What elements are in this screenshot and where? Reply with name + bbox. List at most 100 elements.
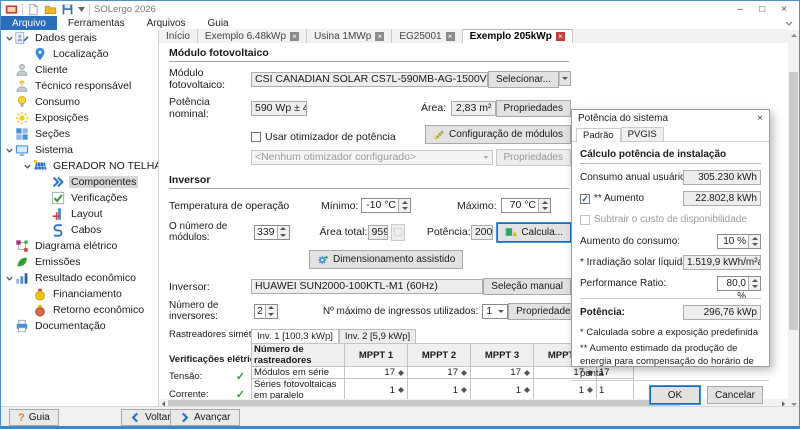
- module-config-button[interactable]: Configuração de módulos: [425, 125, 571, 144]
- sidebar-item-label: Consumo: [33, 96, 82, 108]
- sidebar-item-documentacao[interactable]: Documentação: [1, 318, 158, 334]
- table-header-mppt2: MPPT 2: [408, 344, 471, 367]
- scroll-up-arrow[interactable]: [788, 30, 799, 40]
- map-pin-icon: [33, 47, 48, 61]
- new-document-icon[interactable]: [27, 3, 40, 16]
- menu-guia[interactable]: Guia: [197, 16, 240, 30]
- net-irradiation-label: * Irradiação solar líquida:: [580, 257, 683, 268]
- expander-chevron-icon[interactable]: [22, 161, 33, 172]
- vertical-scrollbar[interactable]: [788, 30, 799, 409]
- area-field: 2,83 m²: [451, 101, 495, 116]
- sidebar-item-secoes[interactable]: Seções: [1, 126, 158, 142]
- caret-down-icon[interactable]: [78, 7, 85, 12]
- navigation-tree: Dados gerais Localização Cliente Técnico…: [1, 30, 159, 409]
- module-properties-button[interactable]: Propriedades: [496, 100, 571, 117]
- max-inputs-dropdown[interactable]: 1: [482, 304, 508, 319]
- inverter-tab-2[interactable]: Inv. 2 [5,9 kWp]: [339, 329, 416, 343]
- dialog-tab-padrao[interactable]: Padrão: [576, 128, 621, 142]
- module-count-stepper[interactable]: 339: [254, 225, 290, 240]
- sidebar-item-retorno-economico[interactable]: Retorno econômico: [1, 302, 158, 318]
- dialog-title: Potência do sistema: [578, 113, 668, 124]
- temp-max-label: Máximo:: [457, 200, 501, 212]
- consumption-increase-stepper[interactable]: 10 %: [717, 234, 761, 249]
- scrollbar-thumb[interactable]: [789, 72, 798, 330]
- inverter-name-label: Inversor:: [169, 281, 251, 293]
- tab-usina-1mwp[interactable]: Usina 1MWp×: [307, 29, 392, 43]
- sidebar-item-localizacao[interactable]: Localização: [1, 46, 158, 62]
- maximize-button[interactable]: □: [759, 4, 765, 15]
- open-folder-icon[interactable]: [44, 3, 57, 16]
- tab-close-icon[interactable]: ×: [446, 32, 455, 41]
- guide-button[interactable]: ? Guia: [9, 409, 59, 426]
- tab-eg25001[interactable]: EG25001×: [392, 29, 462, 43]
- sidebar-item-cabos[interactable]: Cabos: [1, 222, 158, 238]
- sidebar-item-sistema[interactable]: Sistema: [1, 142, 158, 158]
- minimize-button[interactable]: –: [738, 4, 744, 15]
- tab-exemplo-205kwp[interactable]: Exemplo 205kWp×: [463, 29, 573, 44]
- sidebar-item-layout[interactable]: Layout: [1, 206, 158, 222]
- select-module-button[interactable]: Selecionar...: [488, 71, 559, 88]
- printer-icon: [15, 319, 30, 333]
- tab-inicio[interactable]: Início: [159, 29, 198, 43]
- cancel-button[interactable]: Cancelar: [707, 386, 763, 404]
- annual-consumption-label: Consumo anual usuário:: [580, 172, 683, 183]
- sidebar-item-consumo[interactable]: Consumo: [1, 94, 158, 110]
- optimizer-checkbox-label: Usar otimizador de potência: [265, 131, 396, 143]
- performance-ratio-stepper[interactable]: 80,0 %: [717, 276, 761, 291]
- sidebar-item-exposicoes[interactable]: Exposições: [1, 110, 158, 126]
- close-button[interactable]: ×: [781, 4, 787, 15]
- expander-chevron-icon[interactable]: [4, 145, 15, 156]
- sidebar-item-tecnico-responsavel[interactable]: Técnico responsável: [1, 78, 158, 94]
- expander-chevron-icon[interactable]: [4, 33, 15, 44]
- solar-panel-stripes-icon: [433, 129, 445, 141]
- tab-close-icon[interactable]: ×: [375, 32, 384, 41]
- sidebar-item-label: Financiamento: [51, 288, 124, 300]
- ribbon-collapse-chevron-icon[interactable]: [785, 16, 793, 30]
- menu-arquivos[interactable]: Arquivos: [136, 16, 197, 30]
- nominal-power-field: 590 Wp ± 4%: [251, 101, 307, 116]
- calculate-button[interactable]: Calcula...: [497, 223, 571, 242]
- manual-selection-button[interactable]: Seleção manual: [483, 278, 571, 295]
- tab-close-icon[interactable]: ×: [290, 32, 299, 41]
- tab-exemplo-648kwp[interactable]: Exemplo 6.48kWp×: [198, 29, 307, 43]
- dialog-power-field: 296,76 kWp: [683, 305, 761, 320]
- area-picker-button: [391, 224, 405, 241]
- inverter-tab-1[interactable]: Inv. 1 [100,3 kWp]: [251, 329, 339, 343]
- sidebar-item-emissoes[interactable]: Emissões: [1, 254, 158, 270]
- sidebar-item-financiamento[interactable]: Financiamento: [1, 286, 158, 302]
- sidebar-item-cliente[interactable]: Cliente: [1, 62, 158, 78]
- dialog-tab-pvgis[interactable]: PVGIS: [621, 127, 664, 141]
- sidebar-item-diagrama-eletrico[interactable]: Diagrama elétrico: [1, 238, 158, 254]
- sidebar-item-label: Layout: [69, 208, 105, 220]
- assisted-sizing-button[interactable]: Dimensionamento assistido: [309, 250, 463, 269]
- check-ok-icon: ✓: [236, 370, 245, 383]
- expander-chevron-icon[interactable]: [4, 273, 15, 284]
- tab-close-icon[interactable]: ×: [556, 32, 565, 41]
- monitor-icon: [15, 143, 30, 157]
- sidebar-item-componentes[interactable]: Componentes: [1, 174, 158, 190]
- temp-min-stepper[interactable]: -10 °C: [361, 198, 411, 213]
- sidebar-item-resultado-economico[interactable]: Resultado econômico: [1, 270, 158, 286]
- money-bag-red-icon: [33, 303, 48, 317]
- optimizer-checkbox[interactable]: [251, 132, 261, 142]
- title-bar: SOLergo 2026 – □ ×: [1, 1, 799, 16]
- sidebar-item-dados-gerais[interactable]: Dados gerais: [1, 30, 158, 46]
- save-icon[interactable]: [61, 3, 74, 16]
- next-button[interactable]: Avançar: [170, 409, 240, 426]
- sidebar-item-gerador-no-telhado[interactable]: GERADOR NO TELHADO: [1, 158, 158, 174]
- dialog-note-1: * Calculada sobre a exposição predefinid…: [580, 327, 761, 339]
- inverter-count-stepper[interactable]: 2: [254, 304, 278, 319]
- menu-ferramentas[interactable]: Ferramentas: [57, 16, 136, 30]
- check-box-icon: [51, 191, 66, 205]
- increase-checkbox[interactable]: ✓: [580, 194, 590, 204]
- sidebar-item-verificacoes[interactable]: Verificações: [1, 190, 158, 206]
- select-module-dropdown-arrow[interactable]: [559, 71, 571, 86]
- temp-max-stepper[interactable]: 70 °C: [501, 198, 551, 213]
- app-logo-icon: [5, 3, 18, 16]
- next-chevron-icon: [179, 412, 190, 423]
- sidebar-item-label: Exposições: [33, 112, 91, 124]
- sidebar-item-label: Técnico responsável: [33, 80, 133, 92]
- ok-button[interactable]: OK: [650, 386, 700, 404]
- menu-arquivo[interactable]: Arquivo: [1, 16, 57, 30]
- dialog-close-icon[interactable]: ×: [757, 113, 763, 124]
